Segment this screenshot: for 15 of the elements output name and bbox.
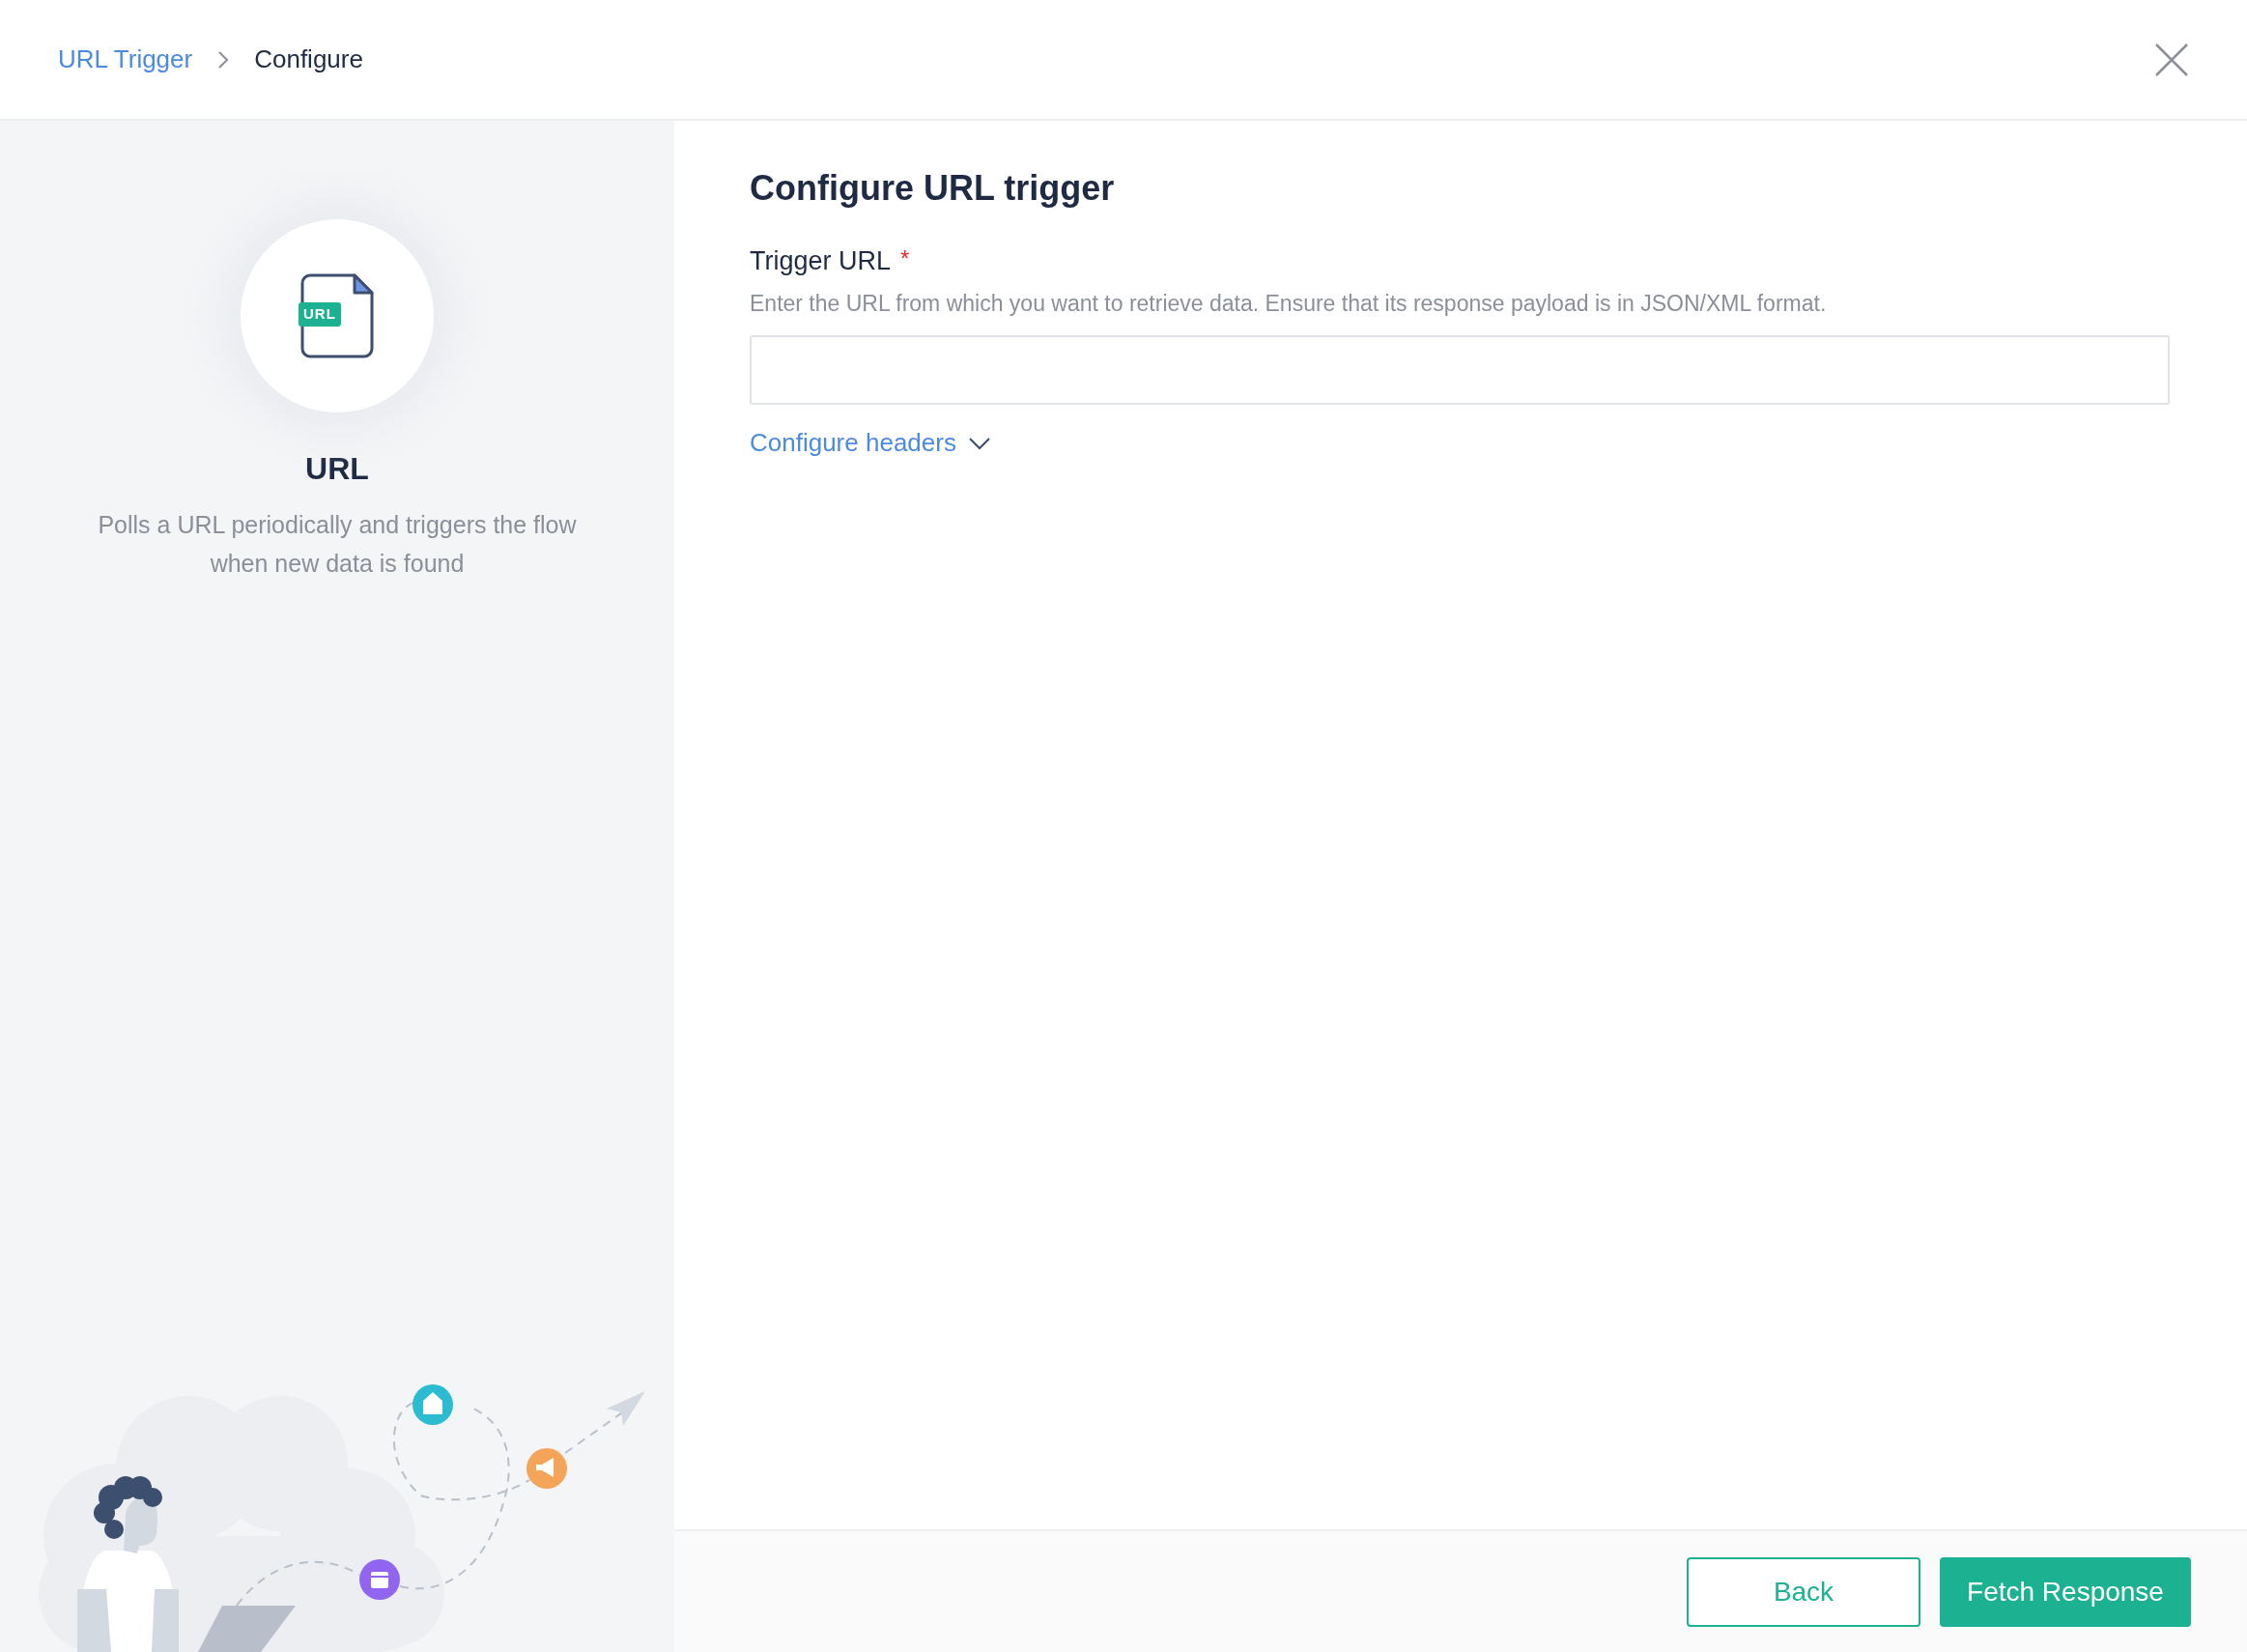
breadcrumb-current: Configure [254, 43, 363, 75]
fetch-response-button[interactable]: Fetch Response [1940, 1556, 2191, 1627]
back-button[interactable]: Back [1687, 1556, 1920, 1627]
url-input-field[interactable] [750, 335, 2170, 406]
field-label: Trigger URL [750, 245, 892, 278]
caret-icon [967, 436, 991, 450]
file-type-label: URL [299, 302, 341, 327]
trigger-description: Polls a URL periodically and triggers the flow when new data is found [97, 510, 578, 579]
breadcrumb-link[interactable]: URL Trigger [58, 41, 193, 78]
required-mark: * [900, 244, 910, 274]
trigger-name: URL [305, 450, 369, 488]
form-title: Configure URL trigger [750, 167, 1116, 210]
configure-headers-link[interactable]: Configure headers [750, 424, 991, 463]
close-button[interactable] [2154, 42, 2189, 77]
field-help-text: Enter the URL from which you want to retrieve data. Ensure that its response payload is in JSON/XML format. [750, 289, 1828, 318]
